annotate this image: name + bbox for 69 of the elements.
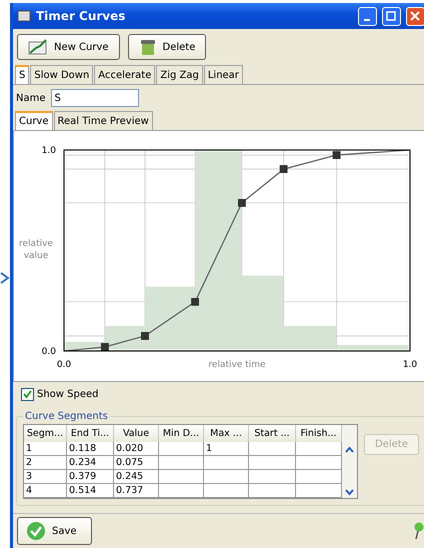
column-header[interactable]: Segm... [24, 425, 67, 442]
table-cell [249, 442, 296, 456]
table-cell [296, 470, 342, 484]
window-icon [17, 10, 31, 22]
table-cell [249, 456, 296, 470]
table-cell: 3 [24, 470, 67, 484]
column-header[interactable]: Min D... [159, 425, 204, 442]
preset-tab[interactable]: Linear [204, 65, 243, 84]
table-cell [204, 456, 249, 470]
y-tick-label: 0.0 [42, 347, 56, 357]
y-axis-label: relative value [19, 239, 53, 261]
scroll-bar[interactable] [342, 425, 357, 498]
table-cell [204, 484, 249, 498]
table-cell: 0.118 [67, 442, 114, 456]
minimize-button[interactable] [358, 6, 377, 26]
column-header[interactable]: End Ti... [67, 425, 114, 442]
table-cell [159, 456, 204, 470]
table-cell [249, 470, 296, 484]
preset-tab[interactable]: Slow Down [30, 65, 94, 84]
table-cell [159, 442, 204, 456]
recycle-bin-icon [138, 38, 156, 56]
view-tab[interactable]: Real Time Preview [54, 111, 153, 130]
save-button[interactable]: Save [17, 517, 92, 545]
table-cell [159, 484, 204, 498]
show-speed-label: Show Speed [37, 389, 99, 400]
column-header[interactable]: Value [114, 425, 159, 442]
window-title: Timer Curves [36, 9, 126, 23]
preset-tab[interactable]: Zig Zag [156, 65, 203, 84]
y-tick-label: 1.0 [42, 146, 56, 156]
close-icon [410, 11, 420, 21]
group-title: Curve Segments [24, 411, 109, 422]
table-cell: 0.245 [114, 470, 159, 484]
table-cell: 0.234 [67, 456, 114, 470]
table-cell [296, 456, 342, 470]
x-tick-label: 0.0 [56, 360, 72, 370]
maximize-button[interactable] [382, 6, 401, 26]
table-cell: 0.075 [114, 456, 159, 470]
table-cell [296, 442, 342, 456]
table-cell: 1 [24, 442, 67, 456]
table-cell [296, 484, 342, 498]
minimize-icon [364, 19, 370, 21]
view-tab[interactable]: Curve [15, 111, 53, 130]
chart-icon [28, 39, 48, 55]
table-cell: 1 [204, 442, 249, 456]
table-cell [159, 470, 204, 484]
show-speed-checkbox[interactable] [21, 388, 34, 401]
preset-tab[interactable]: S [15, 65, 30, 84]
table-cell [204, 470, 249, 484]
table-cell: 4 [24, 484, 67, 498]
column-header[interactable]: Max ... [204, 425, 249, 442]
column-header[interactable]: Finish... [296, 425, 342, 442]
table-cell: 0.514 [67, 484, 114, 498]
name-label: Name [16, 92, 46, 104]
x-axis-label: relative time [208, 360, 266, 370]
table-cell [249, 484, 296, 498]
name-field[interactable]: S [50, 89, 139, 107]
check-icon [26, 521, 46, 541]
preset-tab[interactable]: Accelerate [94, 65, 156, 84]
table-cell: 0.737 [114, 484, 159, 498]
table-cell: 0.020 [114, 442, 159, 456]
close-button[interactable] [406, 6, 424, 26]
pin-icon[interactable] [412, 522, 424, 540]
table-cell: 0.379 [67, 470, 114, 484]
x-tick-label: 1.0 [402, 360, 418, 370]
maximize-icon [386, 11, 396, 21]
table-cell: 2 [24, 456, 67, 470]
toolbar-button[interactable]: New Curve [17, 34, 120, 60]
toolbar-button[interactable]: Delete [128, 34, 206, 60]
column-header[interactable]: Start ... [249, 425, 296, 442]
